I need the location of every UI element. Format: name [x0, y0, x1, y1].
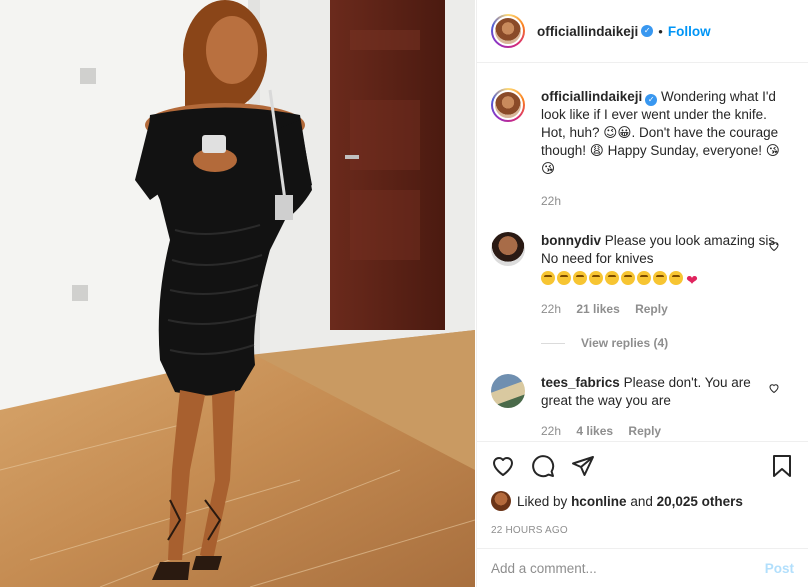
add-comment-bar: Add a comment... Post	[477, 548, 808, 587]
liked-by-and: and	[630, 493, 653, 509]
author-avatar[interactable]	[491, 14, 525, 48]
post-timestamp[interactable]: 22 HOURS AGO	[491, 525, 794, 536]
post-header: officiallindaikeji ✓ • Follow	[477, 0, 808, 63]
comment-emoji-line: ❤	[541, 270, 783, 288]
post-comment-button[interactable]: Post	[765, 561, 794, 576]
reply-button[interactable]: Reply	[635, 302, 668, 316]
commenter-username[interactable]: tees_fabrics	[541, 375, 620, 390]
heart-icon[interactable]	[491, 454, 515, 478]
comment-likes[interactable]: 4 likes	[576, 424, 613, 438]
comments-section[interactable]: officiallindaikeji ✓ Wondering what I'd l…	[477, 64, 808, 440]
like-comment-heart-icon[interactable]	[768, 240, 780, 252]
liked-by-summary: Liked by hconline and 20,025 others	[491, 490, 794, 512]
view-replies-label: View replies (4)	[581, 336, 669, 350]
hug-emoji-icon	[653, 271, 667, 285]
hug-emoji-icon	[621, 271, 635, 285]
separator-dot: •	[658, 23, 663, 39]
kiss-emoji-icon	[573, 271, 587, 285]
share-icon[interactable]	[571, 454, 595, 478]
comment-likes[interactable]: 21 likes	[576, 302, 619, 316]
likes-count-link[interactable]: 20,025 others	[657, 494, 743, 509]
hug-emoji-icon	[637, 271, 651, 285]
reply-button[interactable]: Reply	[628, 424, 661, 438]
liker-username[interactable]: hconline	[571, 494, 627, 509]
follow-button[interactable]: Follow	[668, 24, 711, 39]
author-username[interactable]: officiallindaikeji	[537, 24, 638, 39]
action-icon-row	[491, 442, 794, 490]
commenter-avatar[interactable]	[491, 374, 525, 408]
comment-icon[interactable]	[531, 454, 555, 478]
add-comment-input[interactable]: Add a comment...	[491, 561, 765, 576]
liker-avatar[interactable]	[491, 491, 511, 511]
commenter-avatar[interactable]	[491, 232, 525, 266]
caption-author-avatar[interactable]	[491, 88, 525, 122]
raised-hands-emoji-icon	[605, 271, 619, 285]
verified-badge-icon: ✓	[645, 94, 658, 106]
red-heart-emoji-icon: ❤	[686, 272, 698, 288]
raised-hands-emoji-icon	[589, 271, 603, 285]
post-image	[0, 0, 475, 587]
post-actions: Liked by hconline and 20,025 others 22 H…	[477, 441, 808, 536]
like-comment-heart-icon[interactable]	[768, 382, 780, 394]
kiss-emoji-icon	[541, 271, 555, 285]
view-replies-divider	[541, 342, 565, 344]
comment-item: bonnydiv Please you look amazing sis. No…	[491, 232, 794, 318]
commenter-username[interactable]: bonnydiv	[541, 233, 601, 248]
verified-badge-icon: ✓	[641, 25, 654, 37]
caption-timestamp[interactable]: 22h	[541, 194, 561, 208]
liked-by-prefix: Liked by	[517, 493, 568, 509]
post-side-panel: officiallindaikeji ✓ • Follow officialli…	[476, 0, 808, 587]
comment-timestamp[interactable]: 22h	[541, 302, 561, 316]
comment-timestamp[interactable]: 22h	[541, 424, 561, 438]
bookmark-icon[interactable]	[770, 454, 794, 478]
post-photo[interactable]	[0, 0, 475, 587]
caption: officiallindaikeji ✓ Wondering what I'd l…	[491, 88, 794, 210]
comment-item: tees_fabrics Please don't. You are great…	[491, 374, 794, 440]
caption-author-username[interactable]: officiallindaikeji	[541, 89, 642, 104]
kiss-emoji-icon	[557, 271, 571, 285]
hug-emoji-icon	[669, 271, 683, 285]
view-replies-button[interactable]: View replies (4)	[541, 336, 794, 350]
